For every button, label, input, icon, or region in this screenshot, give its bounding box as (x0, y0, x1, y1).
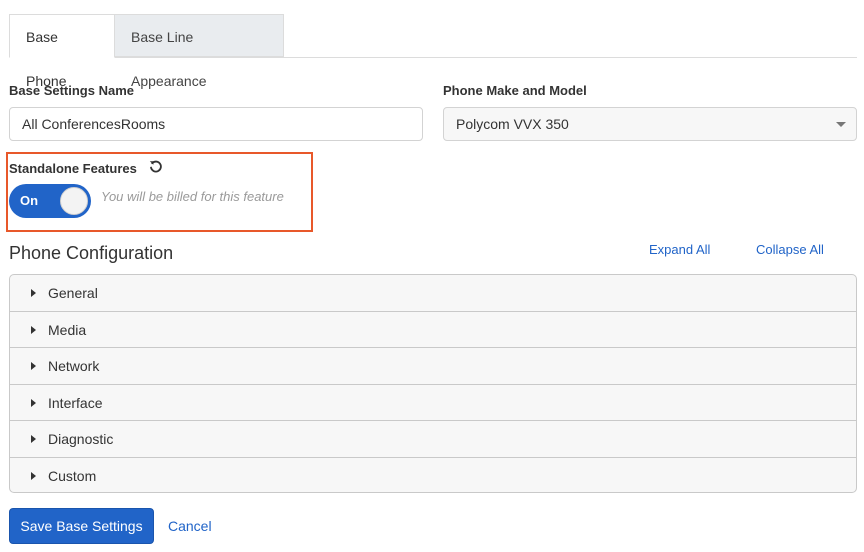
accordion-item-label: General (48, 285, 98, 301)
caret-right-icon (31, 289, 36, 297)
cancel-button[interactable]: Cancel (168, 518, 212, 534)
toggle-state-label: On (20, 193, 39, 208)
collapse-all-link[interactable]: Collapse All (756, 242, 824, 257)
base-settings-name-input[interactable] (9, 107, 423, 141)
expand-all-link[interactable]: Expand All (649, 242, 710, 257)
tab-base-phone[interactable]: Base Phone (9, 14, 115, 89)
accordion-item-custom[interactable]: Custom (10, 458, 856, 493)
standalone-features-label: Standalone Features (9, 161, 137, 176)
phone-make-model-label: Phone Make and Model (443, 83, 587, 98)
chevron-down-icon (836, 122, 846, 127)
phone-make-model-select[interactable]: Polycom VVX 350 (443, 107, 857, 141)
standalone-toggle[interactable]: On (9, 184, 91, 218)
caret-right-icon (31, 362, 36, 370)
phone-config-accordion: General Media Network Interface Diagnost… (9, 274, 857, 493)
accordion-item-label: Custom (48, 467, 97, 484)
tab-base-line-appearance[interactable]: Base Line Appearance (115, 14, 284, 89)
caret-right-icon (31, 325, 36, 334)
accordion-item-media[interactable]: Media (10, 312, 856, 348)
tab-bar: Base Phone Base Line Appearance (9, 14, 857, 89)
accordion-item-label: Network (48, 358, 100, 374)
toggle-knob (60, 187, 88, 215)
billing-note: You will be billed for this feature (101, 189, 284, 204)
caret-right-icon (31, 471, 36, 480)
accordion-item-interface[interactable]: Interface (10, 385, 856, 421)
accordion-item-label: Diagnostic (48, 431, 114, 447)
reset-icon[interactable] (148, 159, 164, 175)
accordion-item-network[interactable]: Network (10, 348, 856, 385)
phone-configuration-title: Phone Configuration (9, 243, 174, 263)
accordion-item-diagnostic[interactable]: Diagnostic (10, 421, 856, 458)
save-base-settings-button[interactable]: Save Base Settings (9, 508, 154, 544)
accordion-item-general[interactable]: General (10, 275, 856, 312)
caret-right-icon (31, 435, 36, 443)
caret-right-icon (31, 398, 36, 407)
accordion-item-label: Interface (48, 394, 103, 411)
phone-make-model-value: Polycom VVX 350 (456, 116, 569, 132)
accordion-item-label: Media (48, 321, 87, 338)
